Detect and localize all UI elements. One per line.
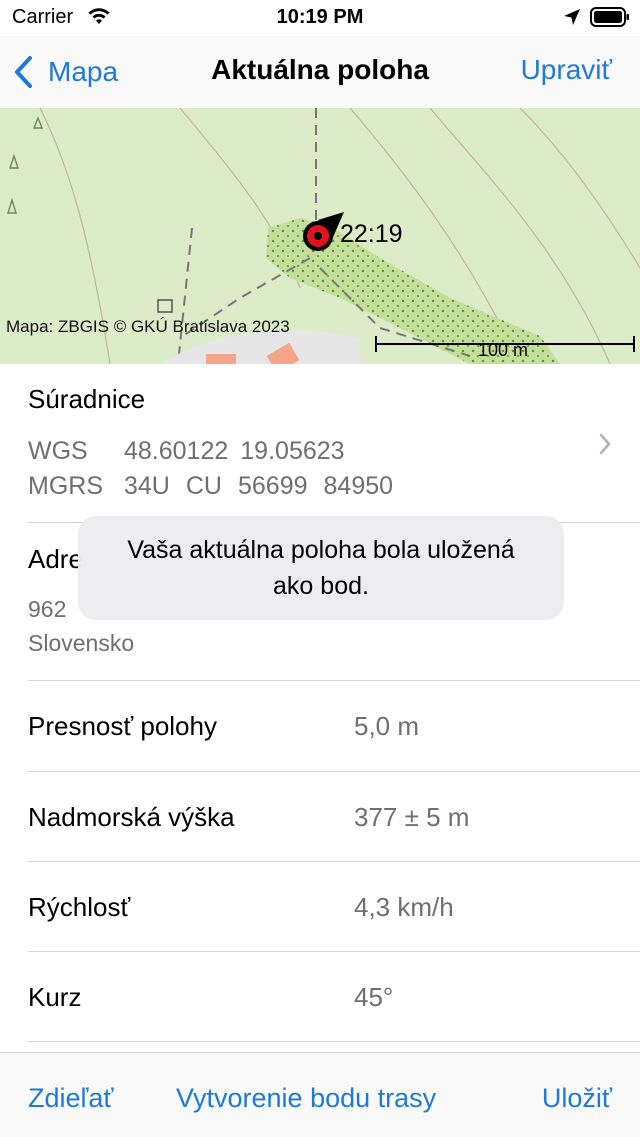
- wgs-label: WGS: [28, 437, 88, 465]
- share-button[interactable]: Zdieľať: [28, 1083, 114, 1114]
- accuracy-value: 5,0 m: [354, 711, 420, 741]
- divider: [28, 951, 640, 952]
- divider: [28, 680, 640, 681]
- navigation-bar: Mapa Aktuálna poloha Upraviť: [0, 36, 640, 108]
- toast-line-1: Vaša aktuálna poloha bola uložená: [127, 536, 515, 564]
- battery-icon: [590, 7, 629, 27]
- address-title: Adre: [28, 544, 83, 574]
- map-attribution: Mapa: ZBGIS © GKÚ Bratislava 2023: [6, 317, 290, 336]
- chevron-right-icon: [599, 433, 611, 455]
- saved-toast: Vaša aktuálna poloha bola uložená ako bo…: [78, 516, 564, 620]
- accuracy-label: Presnosť polohy: [28, 711, 217, 741]
- map-view[interactable]: Mapa: ZBGIS © GKÚ Bratislava 2023 22:19 …: [0, 108, 640, 364]
- speed-label: Rýchlosť: [28, 892, 131, 922]
- divider: [28, 1041, 640, 1042]
- address-line-1: 962: [28, 596, 67, 622]
- mgrs-easting: 56699: [237, 472, 308, 500]
- wgs-lat: 48.60122: [124, 437, 229, 465]
- altitude-label: Nadmorská výška: [28, 802, 235, 832]
- altitude-value: 377 ± 5 m: [354, 802, 470, 832]
- mgrs-northing: 84950: [323, 472, 394, 500]
- coordinates-title: Súradnice: [28, 384, 146, 414]
- mgrs-square: CU: [185, 472, 222, 500]
- create-waypoint-button[interactable]: Vytvorenie bodu trasy: [176, 1083, 436, 1114]
- divider: [28, 861, 640, 862]
- wgs-row: WGS 48.60122 19.05623: [28, 437, 345, 466]
- address-line-2: Slovensko: [28, 630, 135, 656]
- course-label: Kurz: [28, 982, 82, 1012]
- location-arrow-icon: [564, 9, 580, 25]
- map-scale-label: 100 m: [478, 340, 529, 360]
- mgrs-row: MGRS 34U CU 56699 84950: [28, 472, 393, 501]
- course-value: 45°: [354, 982, 394, 1012]
- edit-button[interactable]: Upraviť: [521, 54, 612, 86]
- mgrs-zone: 34U: [124, 472, 170, 500]
- status-time: 10:19 PM: [276, 6, 364, 28]
- toast-line-2: ako bod.: [273, 572, 369, 600]
- mgrs-label: MGRS: [28, 472, 103, 500]
- marker-time-label: 22:19: [340, 220, 403, 248]
- wgs-lon: 19.05623: [240, 437, 345, 465]
- save-button[interactable]: Uložiť: [542, 1083, 612, 1114]
- speed-value: 4,3 km/h: [354, 892, 454, 922]
- status-bar: Carrier 10:19 PM: [0, 0, 640, 36]
- bottom-toolbar: Zdieľať Vytvorenie bodu trasy Uložiť: [0, 1052, 640, 1137]
- divider: [28, 771, 640, 772]
